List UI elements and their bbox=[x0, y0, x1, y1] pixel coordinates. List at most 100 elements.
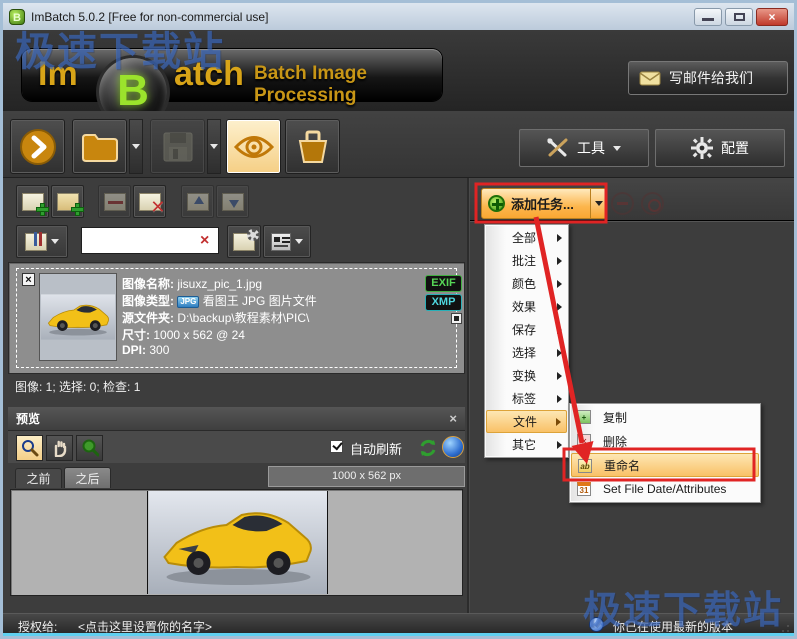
refresh-icon bbox=[420, 439, 435, 457]
menu-item-annotate[interactable]: 批注 bbox=[486, 249, 567, 272]
license-value[interactable]: <点击这里设置你的名字> bbox=[78, 618, 212, 635]
folder-icon bbox=[81, 133, 118, 162]
play-icon bbox=[19, 128, 56, 165]
add-task-plus-icon bbox=[488, 195, 505, 212]
fit-tool-button[interactable] bbox=[76, 435, 103, 461]
move-up-button[interactable] bbox=[181, 185, 214, 218]
minimize-button[interactable] bbox=[694, 7, 722, 26]
submenu-arrow-icon bbox=[557, 371, 562, 380]
submenu-item-delete[interactable]: ✕ 删除 bbox=[571, 429, 759, 453]
file-submenu: + 复制 ✕ 删除 ab 重命名 31 Set File Date/Attributes bbox=[569, 403, 761, 503]
chevron-down-icon bbox=[51, 239, 59, 244]
status-bar: 授权给: <点击这里设置你的名字> 你已在使用最新的版本 bbox=[3, 613, 794, 636]
resize-grip[interactable] bbox=[776, 621, 790, 633]
menu-item-all[interactable]: 全部 bbox=[486, 226, 567, 249]
tools-icon bbox=[547, 138, 568, 157]
render-sphere-icon[interactable] bbox=[442, 436, 464, 458]
write-email-button[interactable]: 写邮件给我们 bbox=[628, 61, 788, 95]
menu-item-transform[interactable]: 变换 bbox=[486, 364, 567, 387]
add-images-dropdown[interactable] bbox=[129, 119, 143, 174]
menu-item-select[interactable]: 选择 bbox=[486, 341, 567, 364]
batch-settings-button[interactable] bbox=[227, 225, 261, 258]
preview-toggle-button[interactable] bbox=[226, 119, 281, 174]
close-icon: × bbox=[768, 9, 776, 24]
menu-item-file[interactable]: 文件 bbox=[486, 410, 567, 433]
auto-refresh-checkbox[interactable] bbox=[330, 440, 343, 453]
item-checkbox[interactable]: × bbox=[22, 273, 35, 286]
preview-close-icon[interactable]: × bbox=[449, 411, 457, 426]
add-image-icon bbox=[21, 192, 49, 216]
add-task-menu: 全部 批注 颜色 效果 保存 选择 变换 标签 文件 其它 bbox=[484, 224, 569, 458]
fit-magnifier-icon bbox=[82, 439, 99, 457]
clear-filter-icon[interactable]: × bbox=[200, 232, 209, 250]
remove-icon bbox=[103, 192, 126, 211]
submenu-item-copy[interactable]: + 复制 bbox=[571, 405, 759, 429]
add-images-button[interactable] bbox=[72, 119, 127, 174]
car-image bbox=[148, 491, 327, 594]
list-view-icon bbox=[271, 232, 291, 251]
tab-after[interactable]: 之后 bbox=[64, 467, 111, 488]
config-button[interactable]: 配置 bbox=[655, 129, 785, 167]
save-dropdown[interactable] bbox=[207, 119, 221, 174]
reset-task-button[interactable] bbox=[641, 192, 664, 215]
tasks-store-button[interactable] bbox=[285, 119, 340, 174]
main-toolbar: 工具 配置 bbox=[3, 111, 794, 178]
move-down-icon bbox=[221, 192, 244, 211]
menu-item-save[interactable]: 保存 bbox=[486, 318, 567, 341]
move-down-button[interactable] bbox=[216, 185, 249, 218]
add-task-dropdown[interactable] bbox=[591, 188, 607, 219]
sort-button[interactable] bbox=[16, 225, 68, 258]
eye-icon bbox=[233, 135, 274, 158]
submenu-arrow-icon bbox=[557, 325, 562, 334]
chevron-down-icon bbox=[132, 144, 140, 149]
envelope-icon bbox=[639, 71, 661, 85]
remove-image-button[interactable] bbox=[98, 185, 131, 218]
image-list[interactable]: × 图像名称: jisuxz_pic_1.jpg 图像类型: JPG 看图王 J… bbox=[8, 262, 465, 374]
submenu-item-set-file-date[interactable]: 31 Set File Date/Attributes bbox=[571, 477, 759, 501]
add-image-button[interactable] bbox=[16, 185, 49, 218]
update-globe-icon bbox=[589, 617, 604, 632]
menu-item-tags[interactable]: 标签 bbox=[486, 387, 567, 410]
titlebar: B ImBatch 5.0.2 [Free for non-commercial… bbox=[3, 3, 794, 30]
add-folder-button[interactable] bbox=[51, 185, 84, 218]
menu-item-effects[interactable]: 效果 bbox=[486, 295, 567, 318]
add-task-button[interactable]: 添加任务... bbox=[481, 188, 591, 219]
zoom-tool-button[interactable] bbox=[16, 435, 43, 461]
tab-before[interactable]: 之前 bbox=[15, 468, 62, 488]
clear-list-button[interactable]: ✕ bbox=[133, 185, 166, 218]
item-thumbnail[interactable] bbox=[39, 273, 117, 361]
submenu-arrow-icon bbox=[557, 348, 562, 357]
tools-menu-button[interactable]: 工具 bbox=[519, 129, 649, 167]
remove-task-button[interactable] bbox=[611, 192, 634, 215]
preview-title: 预览 bbox=[16, 412, 41, 426]
window-title: ImBatch 5.0.2 [Free for non-commercial u… bbox=[31, 9, 269, 24]
view-mode-button[interactable] bbox=[263, 225, 311, 258]
close-button[interactable]: × bbox=[756, 7, 788, 26]
move-up-icon bbox=[186, 192, 209, 211]
auto-refresh-label: 自动刷新 bbox=[350, 442, 403, 457]
exif-badge[interactable]: EXIF bbox=[425, 275, 462, 292]
menu-item-other[interactable]: 其它 bbox=[486, 433, 567, 456]
preview-header: 预览 × bbox=[8, 407, 465, 431]
logo: Im B atch Batch Image Processing bbox=[22, 49, 442, 126]
preview-canvas[interactable] bbox=[10, 489, 463, 596]
item-option-box[interactable] bbox=[451, 313, 462, 324]
pan-tool-button[interactable] bbox=[46, 435, 73, 461]
panel-splitter[interactable] bbox=[467, 178, 470, 613]
filter-input[interactable] bbox=[81, 227, 219, 254]
logo-text-atch: atch bbox=[174, 55, 244, 93]
calendar-icon: 31 bbox=[577, 482, 591, 496]
run-tasks-button[interactable] bbox=[10, 119, 65, 174]
file-size-line: 尺寸: 1000 x 562 @ 24 bbox=[122, 328, 245, 342]
menu-item-color[interactable]: 颜色 bbox=[486, 272, 567, 295]
refresh-button[interactable] bbox=[414, 435, 441, 461]
file-dpi-line: DPI: 300 bbox=[122, 343, 170, 357]
save-button[interactable] bbox=[150, 119, 205, 174]
submenu-item-rename[interactable]: ab 重命名 bbox=[571, 453, 759, 477]
submenu-arrow-icon bbox=[557, 279, 562, 288]
xmp-badge[interactable]: XMP bbox=[425, 294, 462, 311]
submenu-arrow-icon bbox=[556, 417, 561, 426]
maximize-button[interactable] bbox=[725, 7, 753, 26]
copy-icon: + bbox=[577, 410, 591, 424]
submenu-arrow-icon bbox=[557, 302, 562, 311]
